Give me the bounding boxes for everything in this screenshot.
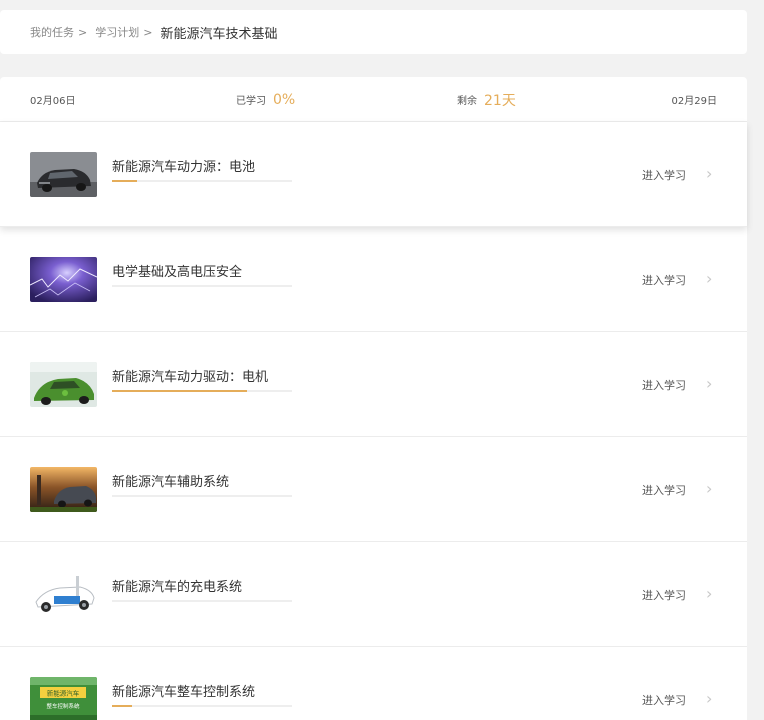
- course-title: 新能源汽车辅助系统: [112, 475, 230, 490]
- course-progress-bar: [112, 180, 292, 182]
- course-title: 新能源汽车动力源：电池: [112, 160, 256, 175]
- enter-study-button[interactable]: 进入学习: [642, 167, 686, 183]
- enter-study-button[interactable]: 进入学习: [642, 692, 686, 708]
- remaining-stat: 剩余 21天: [457, 77, 516, 122]
- page-title: 新能源汽车技术基础: [160, 26, 278, 42]
- enter-study-button[interactable]: 进入学习: [642, 377, 686, 393]
- chevron-right-icon[interactable]: ›: [706, 479, 712, 498]
- breadcrumb-separator: >: [143, 25, 153, 39]
- course-progress-bar: [112, 390, 292, 392]
- learned-stat: 已学习 0%: [236, 77, 295, 122]
- start-date: 02月06日: [30, 96, 76, 107]
- breadcrumb-my-tasks[interactable]: 我的任务: [30, 24, 74, 40]
- course-thumbnail: [30, 152, 97, 197]
- chevron-right-icon[interactable]: ›: [706, 689, 712, 708]
- thumbnail-caption: 新能源汽车: [47, 689, 80, 698]
- remaining-label: 剩余: [457, 96, 477, 107]
- enter-study-button[interactable]: 进入学习: [642, 587, 686, 603]
- course-progress-bar: [112, 600, 292, 602]
- enter-study-button[interactable]: 进入学习: [642, 272, 686, 288]
- course-title: 新能源汽车整车控制系统: [112, 685, 256, 700]
- course-title: 新能源汽车动力驱动：电机: [112, 370, 269, 385]
- course-title: 新能源汽车的充电系统: [112, 580, 243, 595]
- chevron-right-icon[interactable]: ›: [706, 269, 712, 288]
- plan-timeline: 02月06日 已学习 0% 剩余 21天 02月29日: [0, 77, 747, 122]
- breadcrumb-separator: >: [78, 25, 88, 39]
- chevron-right-icon[interactable]: ›: [706, 584, 712, 603]
- remaining-value: 21天: [484, 92, 516, 109]
- course-progress-fill: [112, 180, 138, 182]
- course-thumbnail: [30, 362, 97, 407]
- course-item[interactable]: 新能源汽车辅助系统 进入学习 ›: [0, 437, 747, 542]
- course-thumbnail: 新能源汽车 整车控制系统: [30, 677, 97, 720]
- learned-value: 0%: [273, 91, 296, 108]
- course-progress-fill: [112, 705, 132, 707]
- course-thumbnail: [30, 257, 97, 302]
- course-progress-bar: [112, 705, 292, 707]
- course-progress-bar: [112, 495, 292, 497]
- end-date: 02月29日: [671, 96, 717, 107]
- breadcrumb: 我的任务 > 学习计划 > 新能源汽车技术基础: [0, 10, 747, 54]
- course-item[interactable]: 新能源汽车的充电系统 进入学习 ›: [0, 542, 747, 647]
- course-item[interactable]: 新能源汽车 整车控制系统 新能源汽车整车控制系统 进入学习 ›: [0, 647, 747, 720]
- chevron-right-icon[interactable]: ›: [706, 374, 712, 393]
- breadcrumb-study-plan[interactable]: 学习计划: [95, 24, 139, 40]
- study-plan-panel: 02月06日 已学习 0% 剩余 21天 02月29日 新能源汽车动力源：电池 …: [0, 77, 747, 720]
- chevron-right-icon[interactable]: ›: [706, 164, 712, 183]
- course-item[interactable]: 新能源汽车动力源：电池 进入学习 ›: [0, 122, 747, 227]
- course-progress-bar: [112, 285, 292, 287]
- course-title: 电学基础及高电压安全: [112, 265, 243, 280]
- thumbnail-subcaption: 整车控制系统: [46, 702, 80, 710]
- course-thumbnail: [30, 467, 97, 512]
- learned-label: 已学习: [236, 96, 266, 107]
- course-item[interactable]: 电学基础及高电压安全 进入学习 ›: [0, 227, 747, 332]
- enter-study-button[interactable]: 进入学习: [642, 482, 686, 498]
- course-progress-fill: [112, 390, 247, 392]
- course-item[interactable]: 新能源汽车动力驱动：电机 进入学习 ›: [0, 332, 747, 437]
- course-thumbnail: [30, 572, 97, 617]
